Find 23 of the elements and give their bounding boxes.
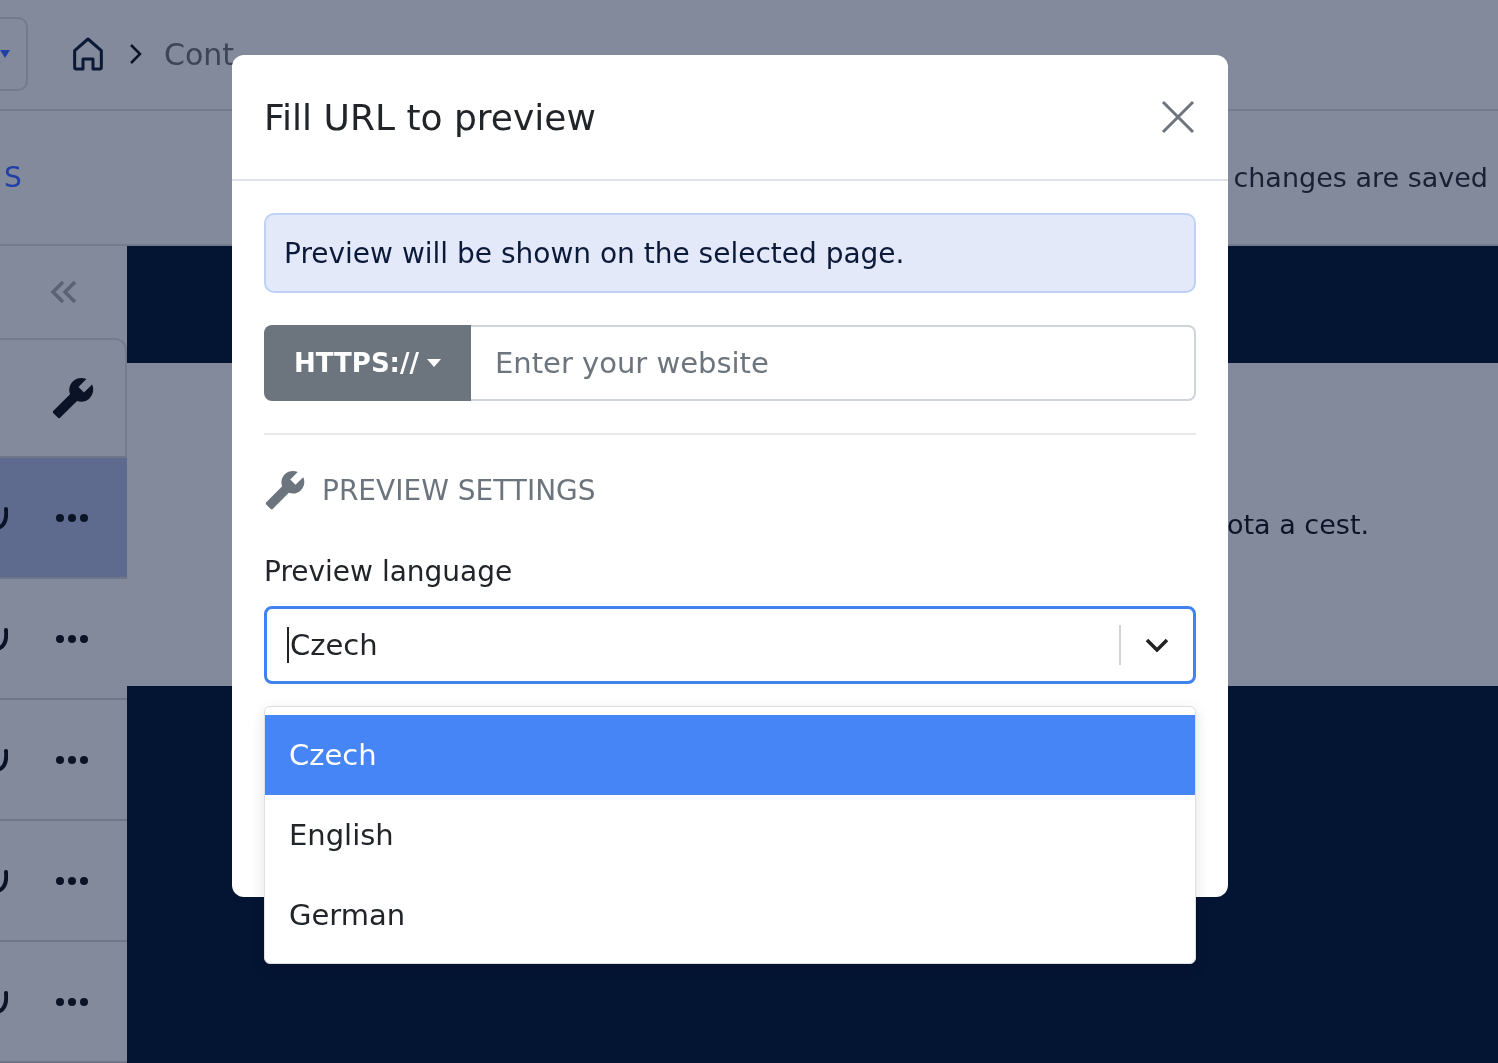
content-text: ota a cest.	[1227, 509, 1370, 540]
tab-label[interactable]: S	[4, 160, 22, 194]
breadcrumb-link[interactable]: Cont	[164, 36, 235, 72]
more-icon[interactable]	[55, 875, 89, 886]
language-option[interactable]: English	[265, 795, 1195, 875]
field-label: Preview language	[264, 555, 514, 588]
language-option[interactable]: Czech	[265, 715, 1195, 795]
language-select[interactable]: Czech	[264, 606, 1196, 684]
language-option[interactable]: German	[265, 875, 1195, 955]
more-icon[interactable]	[55, 754, 89, 765]
caret-icon	[0, 50, 10, 59]
save-status: changes are saved	[1233, 161, 1488, 193]
caret-icon	[427, 359, 441, 367]
section-heading: PREVIEW SETTINGS	[322, 473, 596, 507]
close-button[interactable]	[1160, 99, 1196, 135]
chevron-down-icon	[1145, 638, 1169, 652]
more-icon[interactable]	[55, 512, 89, 523]
info-alert: Preview will be shown on the selected page.	[264, 213, 1196, 293]
more-icon[interactable]	[55, 996, 89, 1007]
dialog-title: Fill URL to preview	[264, 96, 596, 138]
scheme-dropdown-button[interactable]: HTTPS://	[264, 325, 471, 401]
more-icon[interactable]	[55, 633, 89, 644]
url-input[interactable]: Enter your website	[471, 325, 1196, 401]
